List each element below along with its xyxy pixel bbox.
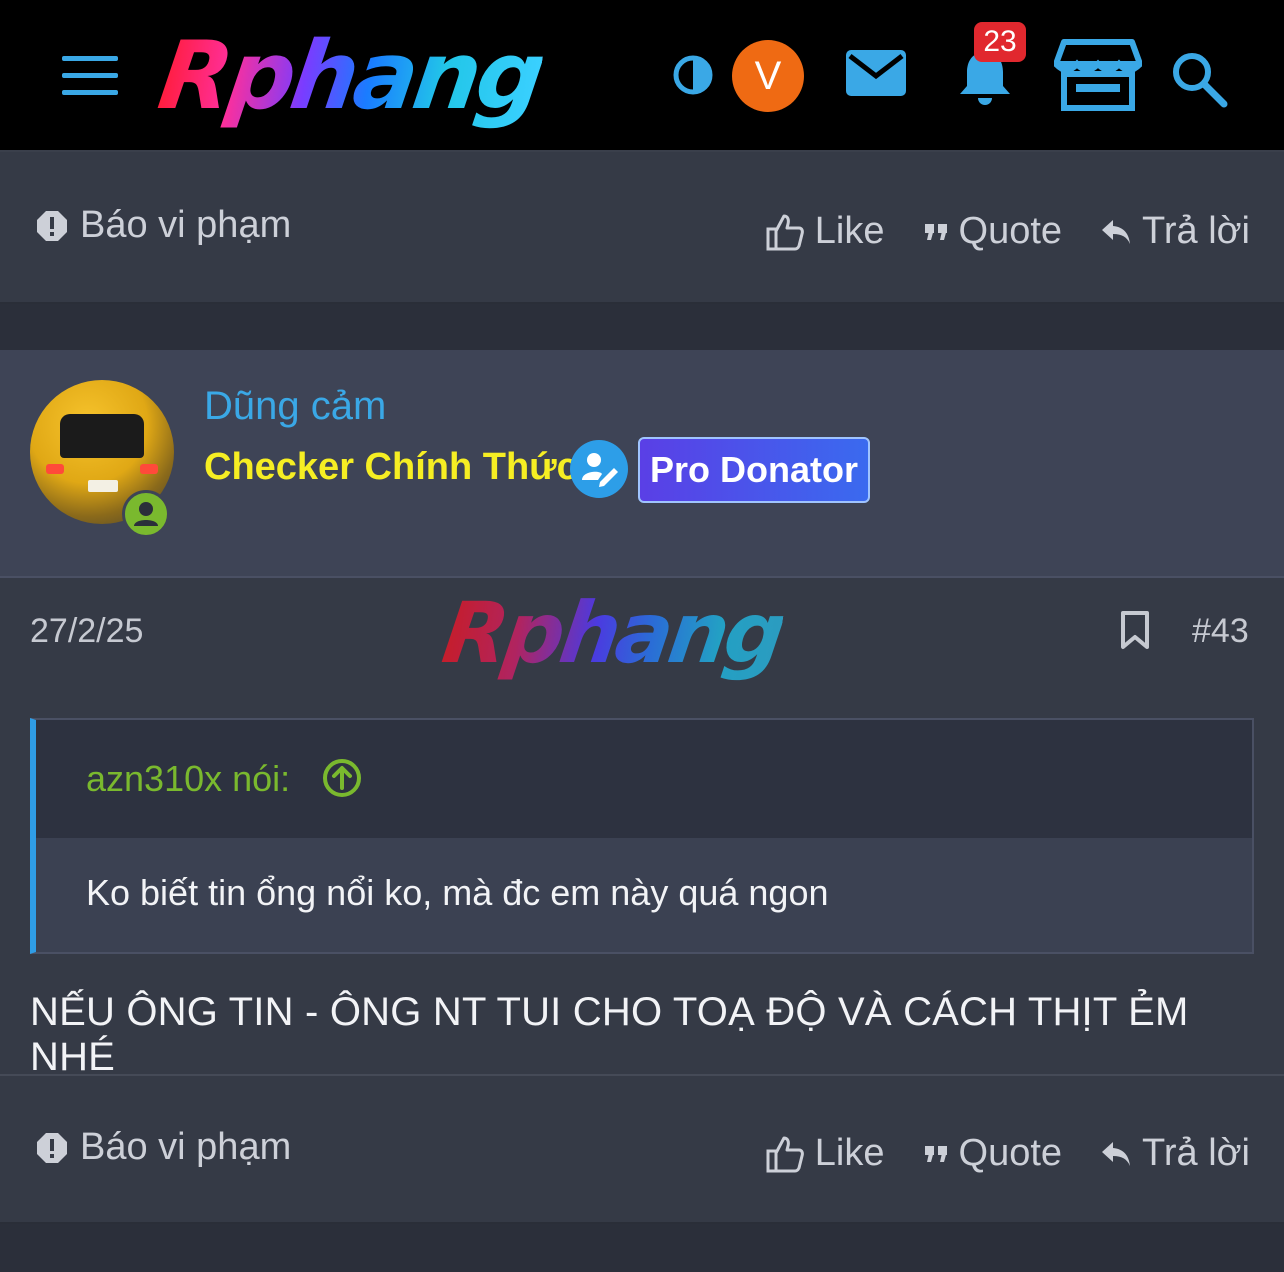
post-action-bar: Báo vi phạm Like Quote Trả lời [0, 152, 1284, 304]
report-icon [37, 210, 67, 241]
like-button[interactable]: Like [765, 1132, 885, 1175]
quote-button[interactable]: Quote [923, 210, 1063, 253]
quote-text: Ko biết tin ổng nổi ko, mà đc em này quá… [86, 872, 829, 913]
post-number-link[interactable]: #43 [1192, 612, 1249, 651]
report-button[interactable]: Báo vi phạm [36, 1126, 291, 1169]
quote-label: Quote [958, 1132, 1063, 1174]
watermark-logo: Rphang [437, 578, 844, 688]
user-title: Checker Chính Thức [204, 446, 578, 488]
store-icon[interactable] [1053, 38, 1143, 112]
mail-icon[interactable] [844, 46, 908, 100]
quote-button[interactable]: Quote [923, 1132, 1063, 1175]
notification-count-badge: 23 [974, 22, 1026, 62]
quote-block: azn310x nói: Ko biết tin ổng nổi ko, mà … [30, 718, 1254, 954]
like-label: Like [814, 210, 885, 252]
quote-content: Ko biết tin ổng nổi ko, mà đc em này quá… [36, 838, 1252, 952]
reply-label: Trả lời [1142, 210, 1250, 252]
like-button[interactable]: Like [765, 210, 885, 253]
theme-toggle-icon[interactable] [672, 54, 714, 96]
post-date[interactable]: 27/2/25 [30, 612, 143, 651]
reply-button[interactable]: Trả lời [1100, 1132, 1250, 1175]
reply-icon [1102, 219, 1131, 244]
account-avatar[interactable]: V [732, 40, 804, 112]
report-button[interactable]: Báo vi phạm [36, 204, 291, 247]
arrow-up-circle-icon[interactable] [322, 758, 362, 798]
thumbs-up-icon [766, 214, 804, 250]
quote-author-link[interactable]: azn310x nói: [86, 758, 290, 800]
post-action-bar-bottom: Báo vi phạm Like Quote Trả lời [0, 1076, 1284, 1224]
quote-label: Quote [958, 210, 1063, 252]
menu-icon[interactable] [62, 56, 118, 96]
report-label: Báo vi phạm [80, 1126, 292, 1168]
bookmark-icon[interactable] [1120, 610, 1150, 650]
post-username[interactable]: Dũng cảm [204, 384, 386, 429]
quote-icon [924, 1145, 947, 1162]
thumbs-up-icon [766, 1136, 804, 1172]
online-status-icon [122, 490, 170, 538]
quote-icon [924, 223, 947, 240]
top-navigation-bar: Rphang V 23 [0, 0, 1284, 152]
report-icon [37, 1132, 67, 1163]
pro-donator-badge: Pro Donator [638, 437, 870, 503]
reply-icon [1102, 1141, 1131, 1166]
site-logo[interactable]: Rphang [152, 22, 630, 132]
search-icon[interactable] [1170, 50, 1228, 108]
like-label: Like [814, 1132, 885, 1174]
watermark-text: Rphang [436, 578, 789, 688]
reply-label: Trả lời [1142, 1132, 1250, 1174]
logo-text: Rphang [152, 22, 548, 131]
quote-header: azn310x nói: [36, 720, 1252, 838]
post-message: NẾU ÔNG TIN - ÔNG NT TUI CHO TOẠ ĐỘ VÀ C… [30, 990, 1189, 1079]
verified-checker-icon [570, 440, 628, 498]
reply-button[interactable]: Trả lời [1100, 210, 1250, 253]
report-label: Báo vi phạm [80, 204, 292, 246]
